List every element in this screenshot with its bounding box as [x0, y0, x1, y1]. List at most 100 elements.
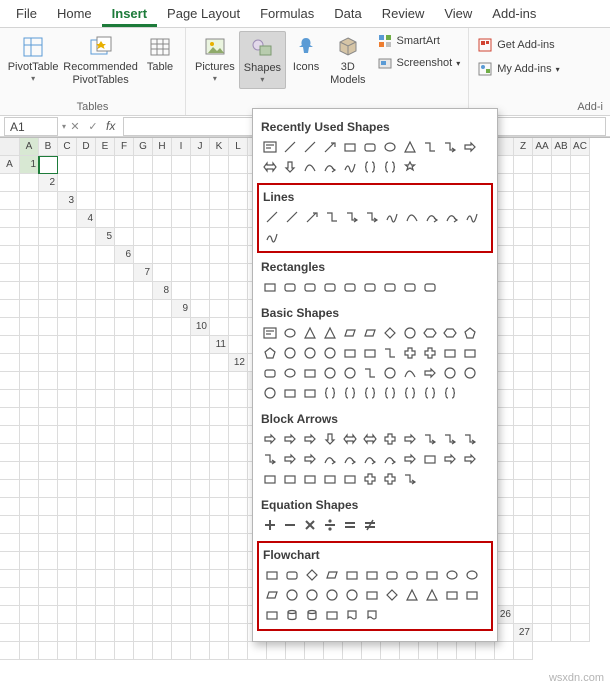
- cell[interactable]: [20, 624, 39, 642]
- cell[interactable]: [552, 174, 571, 192]
- shape-plus[interactable]: [401, 344, 418, 361]
- cell[interactable]: [134, 390, 153, 408]
- cell[interactable]: [58, 354, 77, 372]
- cell[interactable]: [96, 588, 115, 606]
- cell[interactable]: [153, 300, 172, 318]
- cell[interactable]: [153, 156, 172, 174]
- shape-para[interactable]: [341, 324, 358, 341]
- cell[interactable]: [229, 228, 248, 246]
- cell[interactable]: [172, 552, 191, 570]
- shape-curvea[interactable]: [443, 208, 460, 225]
- cell[interactable]: [533, 624, 552, 642]
- cell[interactable]: [96, 642, 115, 660]
- cell[interactable]: [96, 264, 115, 282]
- cell[interactable]: [96, 534, 115, 552]
- cell[interactable]: [571, 318, 590, 336]
- cell[interactable]: [58, 624, 77, 642]
- cell[interactable]: [39, 336, 58, 354]
- cell[interactable]: [77, 336, 96, 354]
- cell[interactable]: [533, 318, 552, 336]
- cell[interactable]: [96, 318, 115, 336]
- cell[interactable]: [58, 534, 77, 552]
- cell[interactable]: [134, 426, 153, 444]
- cell[interactable]: [191, 264, 210, 282]
- cell[interactable]: [153, 642, 172, 660]
- cell[interactable]: [115, 174, 134, 192]
- cell[interactable]: [229, 192, 248, 210]
- cell[interactable]: [210, 300, 229, 318]
- shape-darrow2[interactable]: [361, 430, 378, 447]
- shape-eq_min[interactable]: [281, 516, 298, 533]
- cell[interactable]: [0, 408, 20, 426]
- cell[interactable]: [39, 534, 58, 552]
- cell[interactable]: [39, 300, 58, 318]
- cell[interactable]: [0, 318, 20, 336]
- cell[interactable]: [552, 480, 571, 498]
- enter-button[interactable]: ✓: [84, 120, 102, 133]
- cell[interactable]: [172, 354, 191, 372]
- get-addins-button[interactable]: Get Add-ins: [474, 35, 557, 55]
- cell[interactable]: [115, 552, 134, 570]
- cell[interactable]: [115, 624, 134, 642]
- shape-doc[interactable]: [363, 606, 380, 623]
- row-header[interactable]: 4: [77, 210, 96, 228]
- cell[interactable]: [153, 588, 172, 606]
- shape-rarrow[interactable]: [401, 450, 418, 467]
- shape-para[interactable]: [323, 566, 340, 583]
- cell[interactable]: [191, 624, 210, 642]
- shape-circ[interactable]: [401, 324, 418, 341]
- cell[interactable]: [20, 282, 39, 300]
- shapes-button[interactable]: Shapes: [239, 31, 286, 89]
- shape-rarrow[interactable]: [261, 430, 278, 447]
- cell[interactable]: [77, 246, 96, 264]
- cell[interactable]: [191, 300, 210, 318]
- cell[interactable]: [229, 210, 248, 228]
- cell[interactable]: [20, 462, 39, 480]
- cell[interactable]: [0, 300, 20, 318]
- shape-rrect[interactable]: [283, 566, 300, 583]
- cell[interactable]: [533, 480, 552, 498]
- cell[interactable]: [77, 606, 96, 624]
- shape-circ[interactable]: [341, 364, 358, 381]
- shape-doc[interactable]: [343, 606, 360, 623]
- cell[interactable]: [514, 192, 533, 210]
- cell[interactable]: [533, 192, 552, 210]
- shape-rrect[interactable]: [281, 278, 298, 295]
- cell[interactable]: [58, 318, 77, 336]
- cell[interactable]: [115, 372, 134, 390]
- cell[interactable]: [115, 336, 134, 354]
- cell[interactable]: [20, 390, 39, 408]
- cell[interactable]: [39, 606, 58, 624]
- cell[interactable]: [286, 642, 305, 660]
- cell[interactable]: [514, 228, 533, 246]
- cell[interactable]: [0, 174, 20, 192]
- cell[interactable]: [210, 606, 229, 624]
- shape-oval[interactable]: [443, 566, 460, 583]
- shape-brace[interactable]: [401, 384, 418, 401]
- cell[interactable]: [571, 408, 590, 426]
- cell[interactable]: [77, 426, 96, 444]
- cell[interactable]: [0, 552, 20, 570]
- cell[interactable]: [115, 408, 134, 426]
- cell[interactable]: [153, 552, 172, 570]
- shape-rrect[interactable]: [421, 278, 438, 295]
- cell[interactable]: [115, 642, 134, 660]
- shape-rect[interactable]: [263, 566, 280, 583]
- cell[interactable]: [134, 516, 153, 534]
- shape-circ[interactable]: [303, 586, 320, 603]
- cell[interactable]: [39, 516, 58, 534]
- cell[interactable]: [39, 480, 58, 498]
- cell[interactable]: [20, 498, 39, 516]
- cell[interactable]: [362, 642, 381, 660]
- shape-rect[interactable]: [343, 566, 360, 583]
- cell[interactable]: [39, 444, 58, 462]
- cell[interactable]: [229, 552, 248, 570]
- shape-rrect[interactable]: [361, 278, 378, 295]
- cell[interactable]: [96, 570, 115, 588]
- cell[interactable]: [229, 282, 248, 300]
- cell[interactable]: [552, 372, 571, 390]
- cell[interactable]: [172, 210, 191, 228]
- cell[interactable]: [305, 642, 324, 660]
- cell[interactable]: [229, 534, 248, 552]
- cell[interactable]: [58, 372, 77, 390]
